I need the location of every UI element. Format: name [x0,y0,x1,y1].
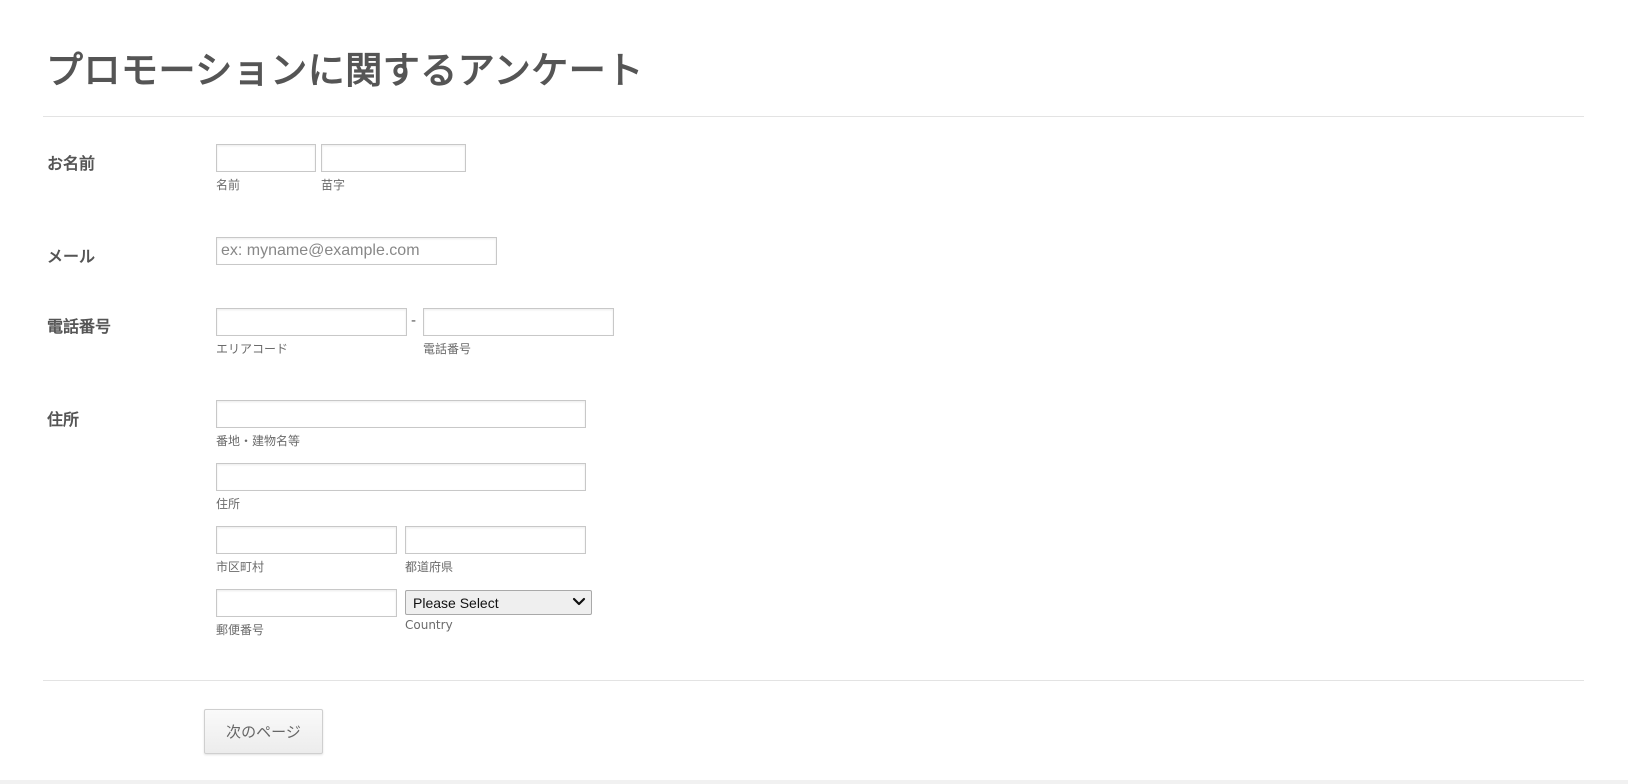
street-address-sublabel: 番地・建物名等 [216,434,301,448]
street-address-input[interactable] [216,400,586,428]
phone-number-input[interactable] [423,308,614,336]
email-label: メール [47,247,96,266]
first-name-sublabel: 名前 [216,178,241,192]
prefecture-input[interactable] [405,526,586,554]
phone-number-sublabel: 電話番号 [423,342,472,356]
phone-separator: - [411,313,417,329]
first-name-input[interactable] [216,144,316,172]
country-sublabel: Country [405,618,453,632]
chevron-down-icon [572,597,586,606]
phone-label: 電話番号 [47,317,112,336]
last-name-sublabel: 苗字 [321,178,346,192]
form-page: プロモーションに関するアンケート お名前 名前 苗字 メール 電話番号 エリアコ… [0,0,1628,784]
header-divider [43,116,1584,117]
postal-code-input[interactable] [216,589,397,617]
city-sublabel: 市区町村 [216,560,265,574]
city-input[interactable] [216,526,397,554]
last-name-input[interactable] [321,144,466,172]
email-input[interactable] [216,237,497,265]
country-select[interactable]: Please Select [405,590,592,615]
name-label: お名前 [47,154,96,173]
prefecture-sublabel: 都道府県 [405,560,454,574]
area-code-sublabel: エリアコード [216,342,289,356]
street-address-line2-input[interactable] [216,463,586,491]
footer-divider [43,680,1584,681]
street-address-line2-sublabel: 住所 [216,497,241,511]
form-title: プロモーションに関するアンケート [46,49,644,92]
next-page-button[interactable]: 次のページ [204,709,323,754]
area-code-input[interactable] [216,308,407,336]
address-label: 住所 [47,410,80,429]
page-bottom-strip [0,780,1628,784]
country-select-value: Please Select [413,595,499,611]
postal-code-sublabel: 郵便番号 [216,623,265,637]
